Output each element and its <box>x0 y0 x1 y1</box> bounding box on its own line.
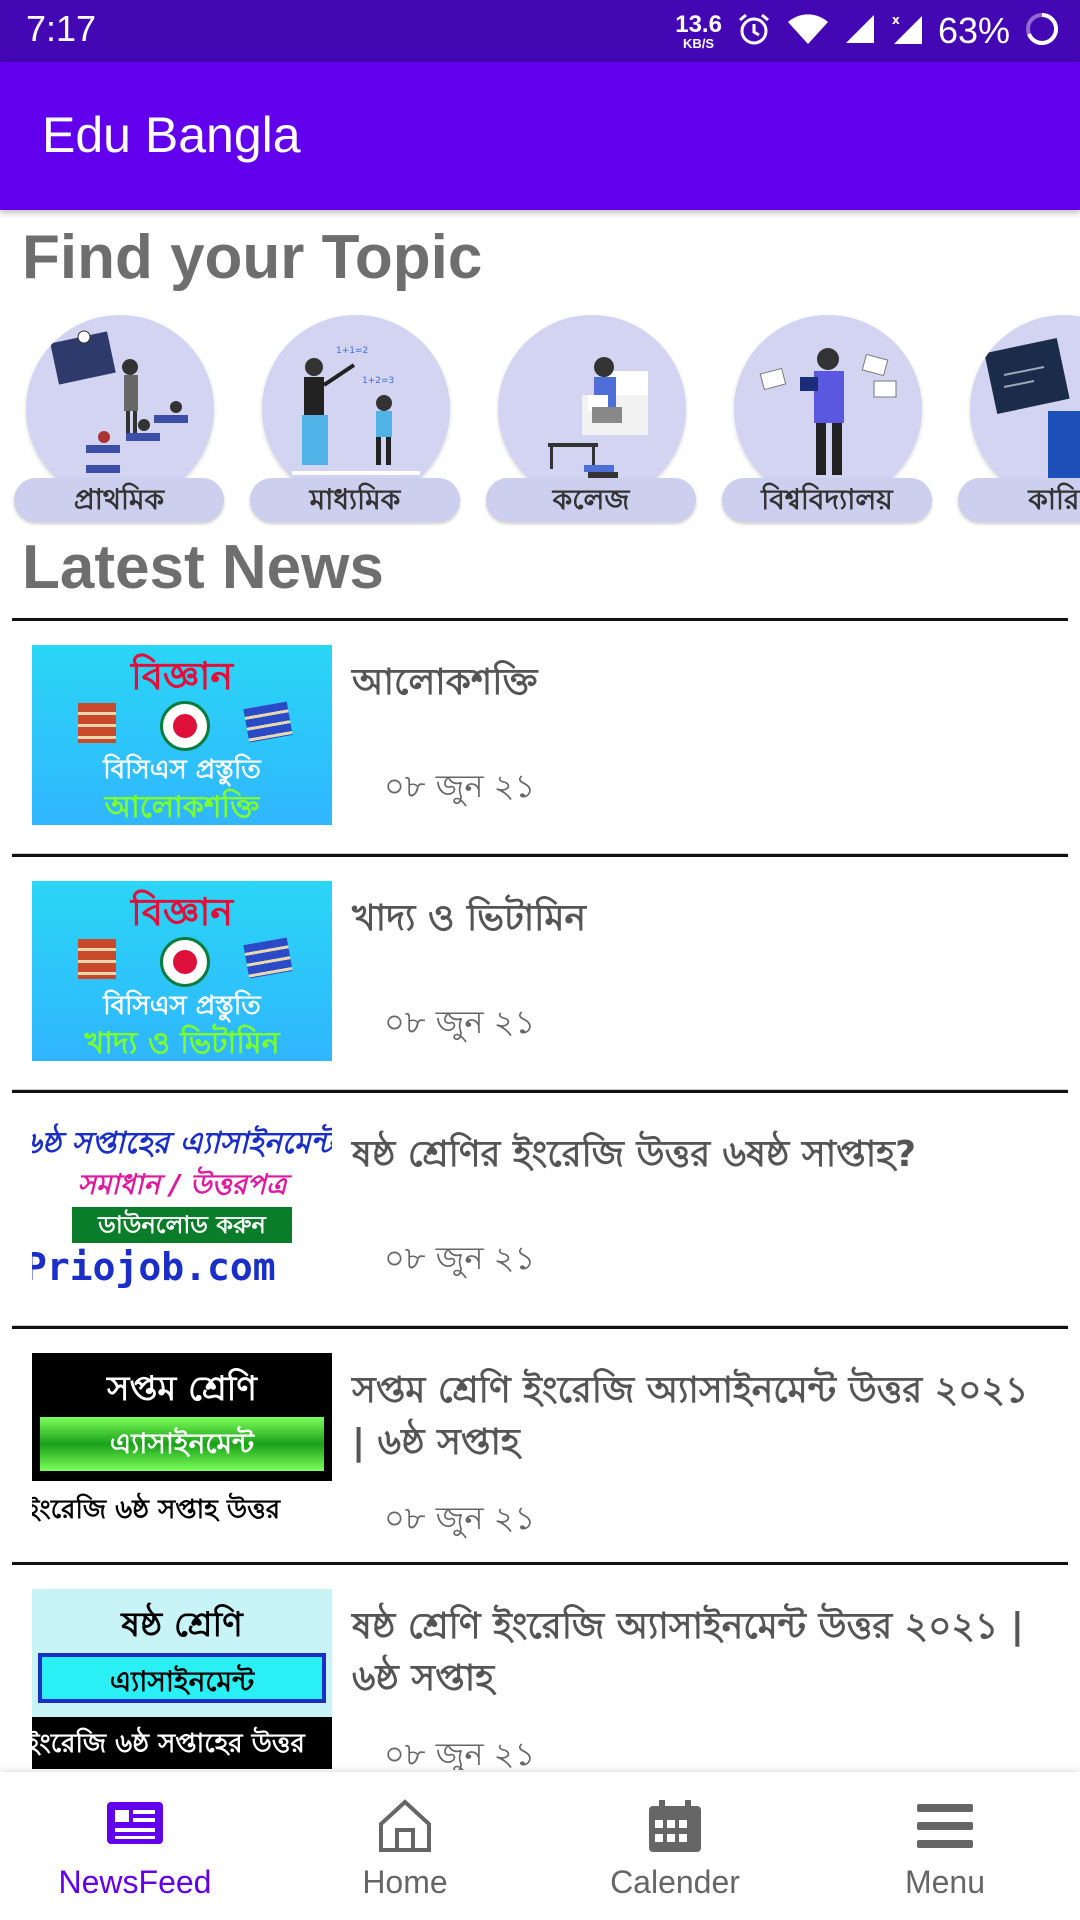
topic-item-university[interactable]: বিশ্ববিদ্যালয় <box>722 312 934 526</box>
news-title: খাদ্য ও ভিটামিন <box>352 898 586 939</box>
nav-menu[interactable]: Menu <box>810 1772 1080 1920</box>
news-title: ষষ্ঠ শ্রেণির ইংরেজি উত্তর ৬ষষ্ঠ সাপ্তাহ? <box>352 1134 916 1175</box>
topic-label: মাধ্যমিক <box>250 478 460 522</box>
nav-home[interactable]: Home <box>270 1772 540 1920</box>
signal-icon <box>844 13 876 49</box>
thumb-mid: এ্যাসাইনমেন্ট <box>38 1653 326 1703</box>
nav-label: Home <box>362 1864 448 1900</box>
nav-calender[interactable]: Calender <box>540 1772 810 1920</box>
status-bar: 7:17 13.6 KB/S x 63% <box>0 0 1080 62</box>
topic-label: কারিগ <box>958 478 1080 522</box>
network-speed-unit: KB/S <box>683 35 715 51</box>
calendar-icon <box>649 1800 701 1852</box>
books-left-icon <box>78 703 116 743</box>
thumb-line2: সমাধান / উত্তরপত্র <box>77 1168 287 1201</box>
books-left-icon <box>78 939 116 979</box>
secondary-teacher-illustration: 1+1=2 1+2=3 <box>262 315 450 503</box>
svg-text:x: x <box>892 13 900 27</box>
svg-text:1+2=3: 1+2=3 <box>362 376 394 386</box>
alarm-icon <box>736 11 772 51</box>
thumb-mid: এ্যাসাইনমেন্ট <box>40 1417 324 1471</box>
news-title: আলোকশক্তি <box>352 662 538 703</box>
primary-classroom-illustration <box>26 315 214 503</box>
topics-carousel[interactable]: প্রাথমিক 1+1=2 1+2=3 মাধ্যমিক কলেজ বিশ্ব… <box>0 312 1080 526</box>
newsfeed-icon <box>107 1802 163 1844</box>
news-thumbnail: বিজ্ঞান বিসিএস প্রস্তুতি খাদ্য ও ভিটামিন <box>32 881 332 1061</box>
news-card[interactable]: ৬ষ্ঠ সপ্তাহের এ্যাসাইনমেন্ট সমাধান / উত্… <box>12 1090 1068 1325</box>
news-thumbnail: বিজ্ঞান বিসিএস প্রস্তুতি আলোকশক্তি <box>32 645 332 825</box>
bottom-navigation: NewsFeed Home Calender Menu <box>0 1772 1080 1920</box>
news-title: সপ্তম শ্রেণি ইংরেজি অ্যাসাইনমেন্ট উত্তর … <box>352 1370 1029 1463</box>
news-date: ০৮ জুন ২১ <box>384 1239 536 1277</box>
news-card[interactable]: ষষ্ঠ শ্রেণি এ্যাসাইনমেন্ট ইংরেজি ৬ষ্ঠ সপ… <box>12 1562 1068 1770</box>
topics-heading: Find your Topic <box>22 223 483 292</box>
network-speed-value: 13.6 <box>675 10 722 38</box>
thumb-head: ষষ্ঠ শ্রেণি <box>121 1605 243 1645</box>
bangladesh-emblem-icon <box>160 937 210 987</box>
home-icon <box>379 1799 431 1852</box>
app-bar: Edu Bangla <box>0 62 1080 210</box>
battery-icon <box>1024 11 1060 51</box>
topic-item-primary[interactable]: প্রাথমিক <box>14 312 226 526</box>
thumb-foot: ইংরেজি ৬ষ্ঠ সপ্তাহ উত্তর <box>32 1495 281 1525</box>
news-title: ষষ্ঠ শ্রেণি ইংরেজি অ্যাসাইনমেন্ট উত্তর ২… <box>352 1606 1024 1699</box>
news-thumbnail: ৬ষ্ঠ সপ্তাহের এ্যাসাইনমেন্ট সমাধান / উত্… <box>32 1117 332 1297</box>
topic-label: প্রাথমিক <box>14 478 224 522</box>
nav-label: Calender <box>610 1864 740 1900</box>
topic-label: কলেজ <box>486 478 696 522</box>
news-list[interactable]: বিজ্ঞান বিসিএস প্রস্তুতি আলোকশক্তি আলোকশ… <box>12 618 1068 1770</box>
news-date: ০৮ জুন ২১ <box>384 1499 536 1537</box>
thumb-foot: খাদ্য ও ভিটামিন <box>84 1026 280 1061</box>
thumb-line3: ডাউনলোড করুন <box>72 1207 292 1243</box>
topic-item-technical[interactable]: কারিগ <box>958 312 1080 526</box>
news-card[interactable]: বিজ্ঞান বিসিএস প্রস্তুতি খাদ্য ও ভিটামিন… <box>12 854 1068 1089</box>
app-title: Edu Bangla <box>42 107 301 163</box>
thumb-foot: ইংরেজি ৬ষ্ঠ সপ্তাহের উত্তর <box>32 1729 305 1759</box>
news-date: ০৮ জুন ২১ <box>384 1735 536 1770</box>
battery-percent: 63% <box>937 10 1010 51</box>
status-time: 7:17 <box>26 8 97 49</box>
news-thumbnail: ষষ্ঠ শ্রেণি এ্যাসাইনমেন্ট ইংরেজি ৬ষ্ঠ সপ… <box>32 1589 332 1769</box>
news-heading: Latest News <box>22 533 384 602</box>
menu-icon <box>917 1804 973 1848</box>
svg-text:1+1=2: 1+1=2 <box>336 346 368 356</box>
thumb-foot: আলোকশক্তি <box>104 790 260 825</box>
thumb-line4: Priojob.com <box>32 1245 276 1289</box>
nav-label: Menu <box>904 1864 986 1900</box>
news-card[interactable]: বিজ্ঞান বিসিএস প্রস্তুতি আলোকশক্তি আলোকশ… <box>12 618 1068 853</box>
network-speed: 13.6 KB/S <box>675 10 722 51</box>
topic-item-college[interactable]: কলেজ <box>486 312 698 526</box>
news-card[interactable]: সপ্তম শ্রেণি এ্যাসাইনমেন্ট ইংরেজি ৬ষ্ঠ স… <box>12 1326 1068 1579</box>
topic-item-secondary[interactable]: 1+1=2 1+2=3 মাধ্যমিক <box>250 312 462 526</box>
books-right-icon <box>243 701 293 743</box>
signal-no-data-icon: x <box>890 12 924 50</box>
nav-newsfeed[interactable]: NewsFeed <box>0 1772 270 1920</box>
college-reading-illustration <box>498 315 686 503</box>
bangladesh-emblem-icon <box>160 701 210 751</box>
university-student-illustration <box>734 315 922 503</box>
nav-label: NewsFeed <box>58 1864 212 1900</box>
wifi-icon <box>786 12 830 50</box>
topic-label: বিশ্ববিদ্যালয় <box>722 478 932 522</box>
news-date: ০৮ জুন ২১ <box>384 767 536 805</box>
books-right-icon <box>243 937 293 979</box>
news-date: ০৮ জুন ২১ <box>384 1003 536 1041</box>
status-icons: 13.6 KB/S x 63% <box>675 6 1060 56</box>
thumb-head: সপ্তম শ্রেণি <box>107 1369 257 1409</box>
news-thumbnail: সপ্তম শ্রেণি এ্যাসাইনমেন্ট ইংরেজি ৬ষ্ঠ স… <box>32 1353 332 1533</box>
technical-board-illustration <box>970 315 1080 503</box>
